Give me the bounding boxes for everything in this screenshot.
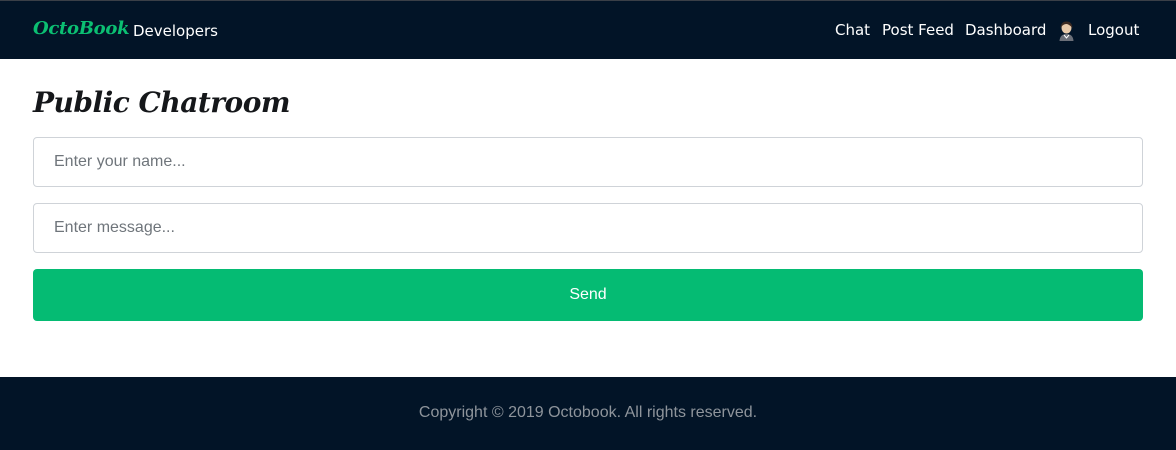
- page-footer: Copyright © 2019 Octobook. All rights re…: [0, 377, 1176, 450]
- top-navbar: OctoBook Developers Chat Post Feed Dashb…: [0, 0, 1176, 59]
- copyright-text: Copyright © 2019 Octobook. All rights re…: [418, 404, 758, 421]
- nav-link-post-feed[interactable]: Post Feed: [882, 21, 954, 39]
- send-button[interactable]: Send: [33, 269, 1143, 321]
- nav-link-chat[interactable]: Chat: [835, 21, 870, 39]
- name-input[interactable]: [33, 137, 1143, 187]
- nav-link-dashboard[interactable]: Dashboard: [965, 21, 1046, 39]
- brand-logo[interactable]: OctoBook: [33, 18, 130, 39]
- nav-link-logout[interactable]: Logout: [1088, 21, 1139, 39]
- user-avatar-icon[interactable]: [1057, 20, 1076, 41]
- message-input[interactable]: [33, 203, 1143, 253]
- page-title: Public Chatroom: [33, 86, 291, 119]
- nav-link-developers[interactable]: Developers: [133, 22, 218, 40]
